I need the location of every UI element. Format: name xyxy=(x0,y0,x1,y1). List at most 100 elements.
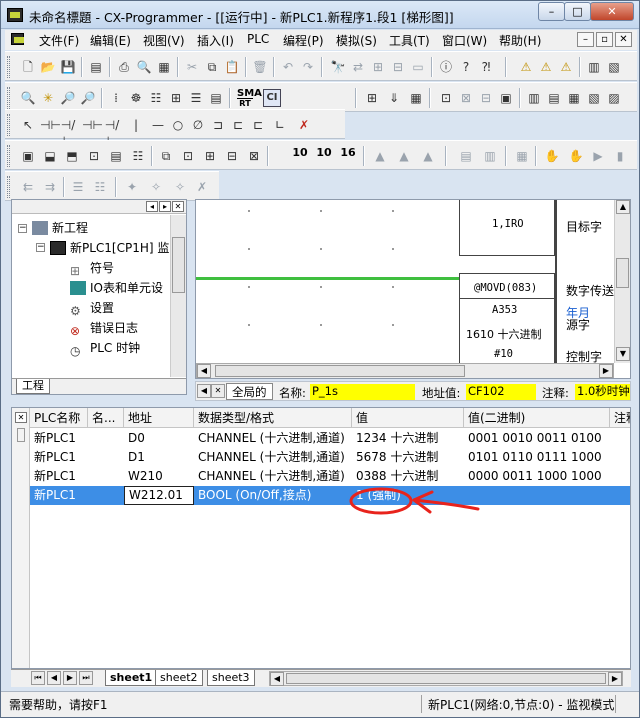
ladder-vscrollbar[interactable]: ▲ ▼ xyxy=(614,200,630,363)
step-out-icon[interactable]: ⇉ xyxy=(41,178,59,196)
diff-icon[interactable]: ▥ xyxy=(481,147,499,165)
tree-item-symbols[interactable]: ⊞ 符号 xyxy=(70,259,114,278)
mdi-restore-button[interactable]: ▫ xyxy=(596,32,613,47)
page-setup-icon[interactable]: ▦ xyxy=(155,58,173,76)
monitor-icon[interactable]: ▤ xyxy=(207,89,225,107)
contact-or-nc-icon[interactable]: ⊣/⊢ xyxy=(103,116,121,148)
print-preview-icon[interactable]: 🔍 xyxy=(135,58,153,76)
tree-root[interactable]: 新工程 xyxy=(32,219,88,236)
context-help-icon[interactable]: ⁈ xyxy=(477,58,495,76)
sheet-first-icon[interactable]: ⏮ xyxy=(31,671,45,685)
plc-icon[interactable]: ▤ xyxy=(87,58,105,76)
list-icon[interactable]: ☰ xyxy=(69,178,87,196)
mdi-minimize-button[interactable]: – xyxy=(577,32,594,47)
breakpoint-all-icon[interactable]: ✧ xyxy=(171,178,189,196)
pane-right-icon[interactable]: ▸ xyxy=(159,201,171,212)
online-edit-icon[interactable]: ▲ xyxy=(371,147,389,165)
comment-icon[interactable]: ☸ xyxy=(127,89,145,107)
close-button[interactable]: ✕ xyxy=(590,2,634,21)
settings-icon[interactable]: ⊟ xyxy=(477,89,495,107)
line-icon[interactable]: ∟ xyxy=(271,116,289,134)
window-icon[interactable]: ▣ xyxy=(497,89,515,107)
pane-left-icon[interactable]: ◂ xyxy=(146,201,158,212)
copy-icon[interactable]: ⧉ xyxy=(203,58,221,76)
horizontal-line-icon[interactable]: — xyxy=(149,116,167,134)
tree-item-plc-clock[interactable]: ◷ PLC 时钟 xyxy=(70,339,140,358)
rename-icon[interactable]: ▭ xyxy=(409,58,427,76)
hand-icon[interactable]: ✋ xyxy=(543,147,561,165)
grid-hscrollbar[interactable]: ◀ ▶ xyxy=(269,671,623,686)
scroll-down-icon[interactable]: ▼ xyxy=(616,347,630,361)
tree-scrollbar[interactable] xyxy=(170,215,186,377)
watch-icon[interactable]: ▦ xyxy=(407,89,425,107)
zoom-icon[interactable]: 🔍 xyxy=(19,89,37,107)
tab-sheet1[interactable]: sheet1 xyxy=(105,670,158,686)
contact-nc-icon[interactable]: ⊣/⊢ xyxy=(59,116,77,148)
maximize-button[interactable]: □ xyxy=(564,2,591,21)
rung-comment-icon[interactable]: ☷ xyxy=(147,89,165,107)
tab-global[interactable]: 全局的 xyxy=(226,383,273,400)
io-table-icon[interactable]: ⊡ xyxy=(437,89,455,107)
properties-icon[interactable]: ▨ xyxy=(605,89,623,107)
scroll-left-icon[interactable]: ◀ xyxy=(197,364,211,378)
set-value-16-button[interactable]: 16 xyxy=(339,147,357,159)
breakpoint-icon[interactable]: ✦ xyxy=(123,178,141,196)
open-icon[interactable]: 📂 xyxy=(39,58,57,76)
compile-warning-icon[interactable]: ⚠ xyxy=(557,58,575,76)
menu-tools[interactable]: 工具(T) xyxy=(389,32,430,49)
program-mode-icon[interactable]: ▤ xyxy=(107,147,125,165)
zoom-in-icon[interactable]: 🔎 xyxy=(59,89,77,107)
watch-window-icon[interactable]: ▦ xyxy=(565,89,583,107)
tree-item-io-table[interactable]: IO表和单元设 xyxy=(70,279,163,296)
memory-icon[interactable]: ⊠ xyxy=(457,89,475,107)
menu-insert[interactable]: 插入(I) xyxy=(197,32,234,49)
cut-icon[interactable]: ✂ xyxy=(183,58,201,76)
cross-ref-icon[interactable]: ⊞ xyxy=(369,58,387,76)
minimize-button[interactable]: – xyxy=(538,2,565,21)
warning-icon[interactable]: ⚠ xyxy=(517,58,535,76)
output-window-icon[interactable]: ▤ xyxy=(545,89,563,107)
scroll-right-icon[interactable]: ▶ xyxy=(608,672,622,686)
scroll-left-icon[interactable]: ◀ xyxy=(270,672,284,686)
address-value-field[interactable]: CF102 xyxy=(466,384,536,400)
delete-element-icon[interactable]: ✗ xyxy=(295,116,313,134)
breakpoint-clear-icon[interactable]: ✧ xyxy=(147,178,165,196)
contact-or-no-icon[interactable]: ⊣⊢ xyxy=(81,116,103,134)
set-value-10-button[interactable]: 10 xyxy=(291,147,309,159)
breakpoint-off-icon[interactable]: ✗ xyxy=(193,178,211,196)
menu-window[interactable]: 窗口(W) xyxy=(442,32,487,49)
save-icon[interactable]: 💾 xyxy=(59,58,77,76)
help-icon[interactable]: ? xyxy=(457,58,475,76)
toolbar-grip[interactable] xyxy=(7,114,10,136)
toolbar-grip[interactable] xyxy=(7,176,10,198)
scroll-thumb[interactable] xyxy=(616,258,629,288)
compile-all-icon[interactable]: ▥ xyxy=(585,58,603,76)
new-icon[interactable]: 🗋 xyxy=(19,58,37,76)
contact-no-icon[interactable]: ⊣⊢ xyxy=(39,116,61,134)
force-icon[interactable]: ⊠ xyxy=(245,147,263,165)
instruction-alt-icon[interactable]: ⊏ xyxy=(229,116,247,134)
name-value-field[interactable]: P_1s xyxy=(310,384,415,400)
ci-button[interactable]: CI xyxy=(263,89,281,107)
replace-icon[interactable]: ⇄ xyxy=(349,58,367,76)
pane-close-icon[interactable]: ✕ xyxy=(172,201,184,212)
tab-sheet3[interactable]: sheet3 xyxy=(207,670,255,686)
zoom-fit-icon[interactable]: ✳ xyxy=(39,89,57,107)
data-monitor-button[interactable]: SMA RT xyxy=(237,89,262,108)
ladder-view-icon[interactable]: ⊞ xyxy=(167,89,185,107)
zoom-out-icon[interactable]: 🔎 xyxy=(79,89,97,107)
grid-icon[interactable]: ⁞ xyxy=(107,89,125,107)
redo-icon[interactable]: ↷ xyxy=(299,58,317,76)
instruction-icon[interactable]: ⊐ xyxy=(209,116,227,134)
step-in-icon[interactable]: ⇇ xyxy=(19,178,37,196)
monitor-mode-icon[interactable]: ☷ xyxy=(129,147,147,165)
trace-icon[interactable]: ▤ xyxy=(457,147,475,165)
print-icon[interactable]: ⎙ xyxy=(115,58,133,76)
scroll-thumb[interactable] xyxy=(215,365,465,377)
toolbar-grip[interactable] xyxy=(7,145,10,167)
coil-icon[interactable]: ○ xyxy=(169,116,187,134)
menu-file[interactable]: 文件(F) xyxy=(39,32,79,49)
menu-simulate[interactable]: 模拟(S) xyxy=(336,32,377,49)
error-check-icon[interactable]: ⚠ xyxy=(537,58,555,76)
stop-hand-icon[interactable]: ✋ xyxy=(567,147,585,165)
